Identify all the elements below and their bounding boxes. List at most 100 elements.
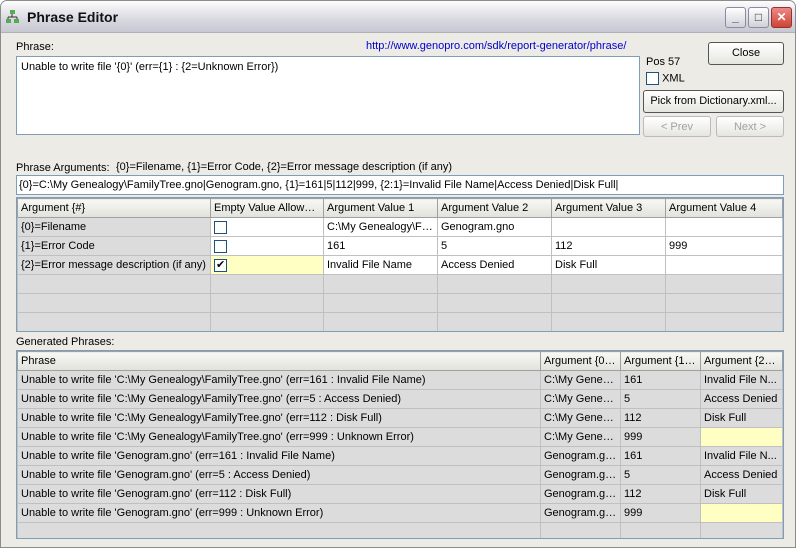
table-row[interactable]: Unable to write file 'Genogram.gno' (err…	[17, 465, 783, 485]
empty-cell[interactable]	[551, 293, 666, 313]
prev-button[interactable]: < Prev	[643, 116, 711, 137]
generated-cell[interactable]: 161	[620, 370, 701, 390]
generated-cell[interactable]: C:\My Geneal...	[540, 427, 621, 447]
phrase-textarea[interactable]: Unable to write file '{0}' (err={1} : {2…	[16, 56, 640, 135]
next-button[interactable]: Next >	[716, 116, 784, 137]
empty-cell[interactable]	[323, 293, 438, 313]
column-header[interactable]: Argument {2} ...	[700, 351, 783, 371]
title-bar[interactable]: Phrase Editor _ □ ✕	[1, 1, 795, 33]
argument-value-cell[interactable]: 999	[665, 236, 783, 256]
table-row[interactable]: Unable to write file 'Genogram.gno' (err…	[17, 446, 783, 466]
generated-phrases-grid[interactable]: Phrase Argument {0} ... Argument {1} ... Ar…	[16, 350, 784, 539]
generated-cell[interactable]: Disk Full	[700, 484, 783, 504]
column-header[interactable]: Phrase	[17, 351, 541, 371]
empty-allowed-checkbox[interactable]	[214, 258, 227, 272]
table-row[interactable]: Unable to write file 'C:\My Genealogy\Fa…	[17, 389, 783, 409]
column-header[interactable]: Argument {0} ...	[540, 351, 621, 371]
argument-value-cell[interactable]: Genogram.gno	[437, 217, 552, 237]
arguments-grid[interactable]: Argument {#} Empty Value Allowed? Argument…	[16, 197, 784, 332]
phrase-arguments-input[interactable]: {0}=C:\My Genealogy\FamilyTree.gno|Genog…	[16, 175, 784, 195]
generated-cell[interactable]: Unable to write file 'Genogram.gno' (err…	[17, 465, 541, 485]
generated-cell[interactable]: Genogram.gno	[540, 484, 621, 504]
column-header[interactable]: Argument Value 2	[437, 198, 552, 218]
column-header[interactable]: Empty Value Allowed?	[210, 198, 324, 218]
xml-checkbox[interactable]: XML	[646, 72, 685, 85]
table-row[interactable]: Unable to write file 'C:\My Genealogy\Fa…	[17, 427, 783, 447]
empty-cell[interactable]	[17, 274, 211, 294]
column-header[interactable]: Argument Value 3	[551, 198, 666, 218]
empty-allowed-cell[interactable]	[210, 255, 324, 275]
xml-checkbox-box[interactable]	[646, 72, 659, 85]
table-row[interactable]: Unable to write file 'C:\My Genealogy\Fa…	[17, 408, 783, 428]
generated-cell[interactable]: Access Denied	[700, 465, 783, 485]
generated-cell[interactable]: Disk Full	[700, 408, 783, 428]
empty-cell[interactable]	[665, 293, 783, 313]
empty-cell[interactable]	[17, 293, 211, 313]
argument-value-cell[interactable]: Access Denied	[437, 255, 552, 275]
empty-cell[interactable]	[210, 312, 324, 331]
empty-cell[interactable]	[210, 274, 324, 294]
table-row[interactable]: Unable to write file 'C:\My Genealogy\Fa…	[17, 370, 783, 390]
generated-cell[interactable]: Access Denied	[700, 389, 783, 409]
empty-cell[interactable]	[437, 312, 552, 331]
column-header[interactable]: Argument {#}	[17, 198, 211, 218]
generated-cell[interactable]: Unable to write file 'C:\My Genealogy\Fa…	[17, 427, 541, 447]
empty-cell[interactable]	[665, 312, 783, 331]
generated-cell[interactable]	[700, 503, 783, 523]
close-button[interactable]: Close	[708, 42, 784, 65]
argument-value-cell[interactable]	[551, 217, 666, 237]
maximize-button[interactable]: □	[748, 7, 769, 28]
generated-cell[interactable]: Unable to write file 'Genogram.gno' (err…	[17, 446, 541, 466]
empty-cell[interactable]	[665, 274, 783, 294]
empty-cell[interactable]	[17, 312, 211, 331]
generated-cell[interactable]: Unable to write file 'Genogram.gno' (err…	[17, 503, 541, 523]
empty-allowed-cell[interactable]	[210, 217, 324, 237]
generated-cell[interactable]: C:\My Geneal...	[540, 370, 621, 390]
sdk-link[interactable]: http://www.genopro.com/sdk/report-genera…	[366, 40, 626, 52]
argument-value-cell[interactable]	[665, 255, 783, 275]
generated-cell[interactable]: 5	[620, 389, 701, 409]
generated-cell[interactable]: Genogram.gno	[540, 446, 621, 466]
empty-cell[interactable]	[210, 293, 324, 313]
column-header[interactable]: Argument Value 1	[323, 198, 438, 218]
column-header[interactable]: Argument Value 4	[665, 198, 783, 218]
empty-cell[interactable]	[323, 274, 438, 294]
window-close-button[interactable]: ✕	[771, 7, 792, 28]
generated-cell[interactable]: C:\My Geneal...	[540, 408, 621, 428]
empty-allowed-cell[interactable]	[210, 236, 324, 256]
generated-cell[interactable]: C:\My Geneal...	[540, 389, 621, 409]
generated-cell[interactable]: 5	[620, 465, 701, 485]
table-row[interactable]: Unable to write file 'Genogram.gno' (err…	[17, 503, 783, 523]
empty-cell[interactable]	[437, 274, 552, 294]
empty-cell[interactable]	[323, 312, 438, 331]
generated-cell[interactable]: 112	[620, 408, 701, 428]
generated-cell[interactable]: Invalid File N...	[700, 370, 783, 390]
empty-cell[interactable]	[437, 293, 552, 313]
generated-cell[interactable]: 112	[620, 484, 701, 504]
generated-cell[interactable]: Unable to write file 'C:\My Genealogy\Fa…	[17, 389, 541, 409]
argument-value-cell[interactable]: 112	[551, 236, 666, 256]
minimize-button[interactable]: _	[725, 7, 746, 28]
generated-cell[interactable]: Unable to write file 'C:\My Genealogy\Fa…	[17, 408, 541, 428]
empty-cell[interactable]	[551, 312, 666, 331]
pick-from-dictionary-button[interactable]: Pick from Dictionary.xml...	[643, 90, 784, 113]
generated-cell[interactable]	[700, 427, 783, 447]
generated-cell[interactable]: 999	[620, 427, 701, 447]
argument-value-cell[interactable]: 5	[437, 236, 552, 256]
generated-cell[interactable]: 161	[620, 446, 701, 466]
generated-cell[interactable]: Invalid File N...	[700, 446, 783, 466]
argument-value-cell[interactable]: Invalid File Name	[323, 255, 438, 275]
column-header[interactable]: Argument {1} ...	[620, 351, 701, 371]
generated-cell[interactable]: Genogram.gno	[540, 503, 621, 523]
empty-cell[interactable]	[551, 274, 666, 294]
argument-value-cell[interactable]: Disk Full	[551, 255, 666, 275]
generated-cell[interactable]: Unable to write file 'Genogram.gno' (err…	[17, 484, 541, 504]
generated-cell[interactable]: Genogram.gno	[540, 465, 621, 485]
argument-value-cell[interactable]	[665, 217, 783, 237]
argument-value-cell[interactable]: 161	[323, 236, 438, 256]
table-row[interactable]: Unable to write file 'Genogram.gno' (err…	[17, 484, 783, 504]
generated-cell[interactable]: 999	[620, 503, 701, 523]
generated-cell[interactable]: Unable to write file 'C:\My Genealogy\Fa…	[17, 370, 541, 390]
empty-allowed-checkbox[interactable]	[214, 220, 227, 234]
empty-allowed-checkbox[interactable]	[214, 239, 227, 253]
